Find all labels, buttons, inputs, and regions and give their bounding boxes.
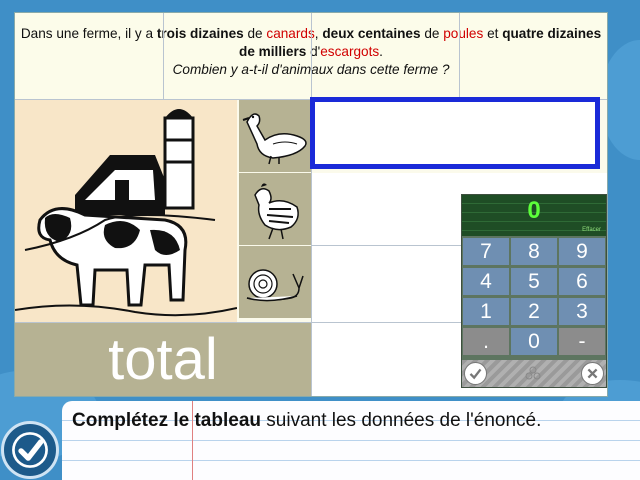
key-1[interactable]: 1 [463, 298, 509, 325]
instruction-panel: Complétez le tableau suivant les données… [62, 401, 640, 480]
key-minus[interactable]: - [559, 328, 605, 355]
numeric-keypad: 0 Effacer 789456123.0- [461, 194, 607, 388]
answer-cell-ducks[interactable] [310, 97, 600, 169]
snail-icon [239, 246, 311, 318]
keypad-bottom-bar [462, 360, 606, 387]
checkmark-icon [12, 432, 48, 468]
total-label-cell: total [15, 323, 311, 396]
validate-button[interactable] [1, 421, 59, 479]
instruction-text: Complétez le tableau suivant les données… [72, 410, 542, 431]
key-3[interactable]: 3 [559, 298, 605, 325]
farm-illustration [14, 100, 238, 322]
key-0[interactable]: 0 [511, 328, 557, 355]
key-4[interactable]: 4 [463, 268, 509, 295]
clear-button[interactable]: Effacer [582, 227, 601, 233]
check-icon [469, 368, 482, 380]
display-value: 0 [527, 197, 541, 224]
duck-icon [239, 100, 311, 172]
confirm-button[interactable] [464, 362, 487, 385]
key-7[interactable]: 7 [463, 238, 509, 265]
key-6[interactable]: 6 [559, 268, 605, 295]
duck-cell [239, 100, 311, 172]
hen-icon [239, 173, 311, 245]
key-8[interactable]: 8 [511, 238, 557, 265]
close-button[interactable] [581, 362, 604, 385]
key-5[interactable]: 5 [511, 268, 557, 295]
keypad-grip-icon [524, 366, 542, 380]
snail-cell [239, 246, 311, 318]
total-label: total [108, 327, 218, 392]
key-dot[interactable]: . [463, 328, 509, 355]
hen-cell [239, 173, 311, 245]
close-icon [587, 368, 598, 379]
keypad-display: 0 Effacer [462, 195, 606, 236]
key-2[interactable]: 2 [511, 298, 557, 325]
key-9[interactable]: 9 [559, 238, 605, 265]
